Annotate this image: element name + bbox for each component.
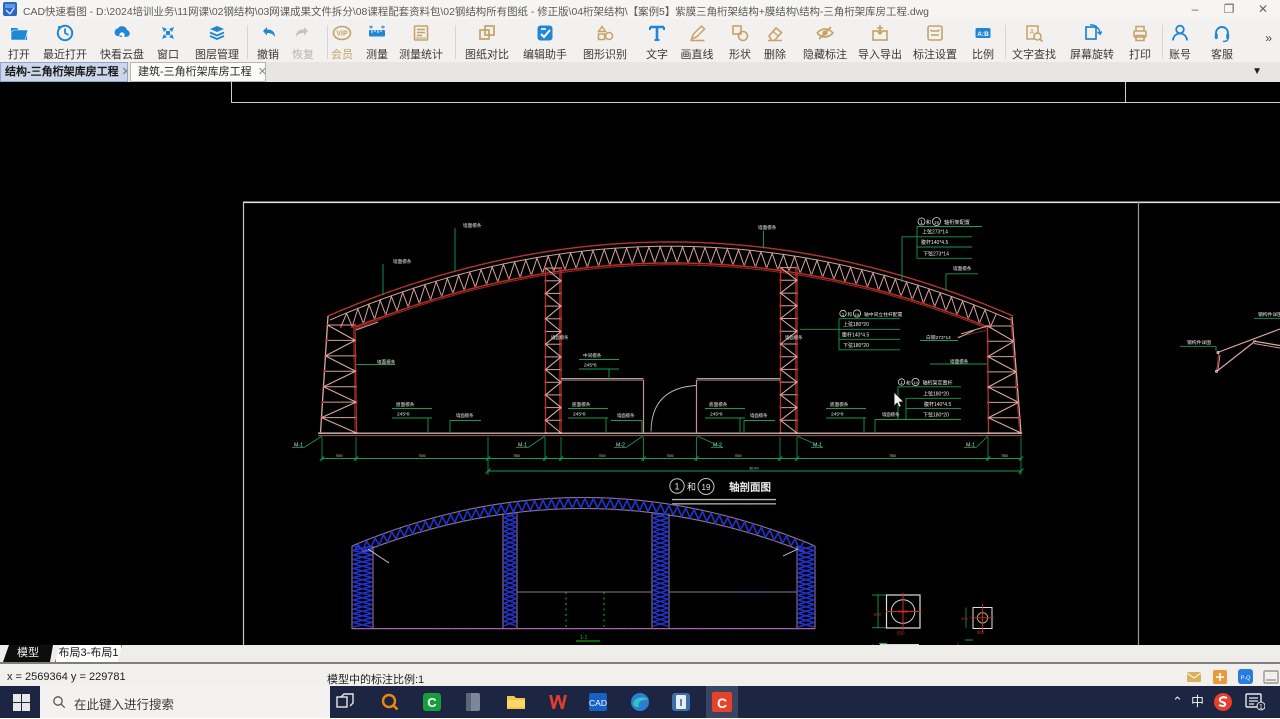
svg-text:轴中间立柱杆配置: 轴中间立柱杆配置	[864, 311, 903, 318]
svg-text:245*8: 245*8	[831, 412, 844, 418]
svg-text:7500: 7500	[666, 454, 673, 458]
svg-text:墙面檩条: 墙面檩条	[785, 334, 803, 341]
svg-text:C: C	[427, 695, 437, 710]
svg-text:19: 19	[913, 380, 918, 385]
svg-text:1: 1	[900, 380, 903, 385]
svg-text:7500: 7500	[599, 454, 606, 458]
svg-text:A:B: A:B	[977, 31, 989, 38]
svg-text:下弦180*20: 下弦180*20	[843, 342, 869, 349]
svg-text:CAD: CAD	[589, 698, 607, 708]
svg-text:7500: 7500	[513, 454, 520, 458]
svg-text:屋面檩条: 屋面檩条	[396, 401, 415, 408]
svg-text:7500: 7500	[335, 454, 342, 458]
svg-text:245*8: 245*8	[584, 363, 597, 369]
svg-text:245*8: 245*8	[397, 412, 410, 418]
svg-text:轴剖面图: 轴剖面图	[729, 481, 771, 494]
svg-text:1: 1	[1259, 704, 1263, 711]
svg-text:P-Q: P-Q	[1241, 676, 1252, 682]
svg-text:1: 1	[674, 482, 679, 492]
svg-text:1: 1	[842, 312, 845, 317]
svg-text:和: 和	[906, 380, 911, 387]
svg-text:钢构件详图: 钢构件详图	[1187, 339, 1211, 346]
svg-text:上弦273*14: 上弦273*14	[922, 229, 948, 236]
svg-text:19: 19	[855, 312, 860, 317]
svg-text:和: 和	[687, 482, 696, 492]
svg-text:1: 1	[920, 220, 923, 226]
svg-text:底面檩条: 底面檩条	[572, 401, 591, 408]
svg-text:墙面檩条: 墙面檩条	[463, 222, 482, 229]
svg-text:300: 300	[977, 630, 985, 635]
svg-text:墙面檩条: 墙面檩条	[456, 412, 474, 419]
svg-text:底面檩条: 底面檩条	[709, 401, 728, 408]
svg-text:7500: 7500	[418, 454, 425, 458]
svg-text:腹杆140*4.5: 腹杆140*4.5	[921, 239, 948, 246]
svg-text:白钢273*14: 白钢273*14	[926, 334, 951, 341]
svg-text:7500: 7500	[1001, 454, 1008, 458]
svg-text:墙面檩条: 墙面檩条	[882, 411, 900, 418]
svg-text:墙面檩条: 墙面檩条	[953, 265, 972, 272]
svg-text:上弦180*20: 上弦180*20	[923, 391, 949, 398]
svg-text:和: 和	[926, 219, 931, 226]
svg-text:19: 19	[934, 220, 939, 225]
svg-text:腹杆140*4.5: 腹杆140*4.5	[842, 332, 869, 339]
svg-text:36.0m: 36.0m	[749, 467, 759, 471]
svg-text:墙面檩条: 墙面檩条	[750, 412, 768, 419]
svg-text:墙面檩条: 墙面檩条	[551, 334, 569, 341]
svg-text:腹杆140*4.5: 腹杆140*4.5	[924, 401, 951, 408]
svg-text:245*8: 245*8	[573, 412, 586, 418]
svg-text:下弦180*20: 下弦180*20	[923, 412, 949, 419]
svg-text:墙面檩条: 墙面檩条	[393, 258, 412, 265]
svg-text:550: 550	[874, 612, 882, 617]
svg-text:钢构件详图: 钢构件详图	[1258, 311, 1280, 318]
svg-text:C: C	[717, 695, 727, 711]
svg-text:墙面檩条: 墙面檩条	[617, 412, 635, 419]
svg-text:19: 19	[702, 483, 711, 492]
svg-text:I: I	[680, 698, 683, 709]
svg-text:VIP: VIP	[336, 31, 348, 38]
svg-text:底面檩条: 底面檩条	[830, 401, 849, 408]
svg-text:轴桁架配置: 轴桁架配置	[944, 218, 970, 226]
svg-text:7500: 7500	[889, 454, 896, 458]
svg-text:7500: 7500	[735, 454, 742, 458]
svg-text:轴桁架定置杆: 轴桁架定置杆	[923, 380, 953, 387]
svg-text:1-1: 1-1	[580, 635, 587, 641]
svg-text:上弦180*20: 上弦180*20	[843, 321, 869, 328]
svg-text:墙面檩条: 墙面檩条	[758, 224, 777, 231]
svg-text:300: 300	[961, 616, 968, 621]
svg-text:245*8: 245*8	[710, 412, 723, 418]
svg-text:550: 550	[897, 631, 905, 636]
svg-text:中间檩条: 中间檩条	[583, 352, 602, 359]
svg-text:和: 和	[848, 311, 853, 318]
svg-text:下弦273*14: 下弦273*14	[923, 251, 949, 258]
